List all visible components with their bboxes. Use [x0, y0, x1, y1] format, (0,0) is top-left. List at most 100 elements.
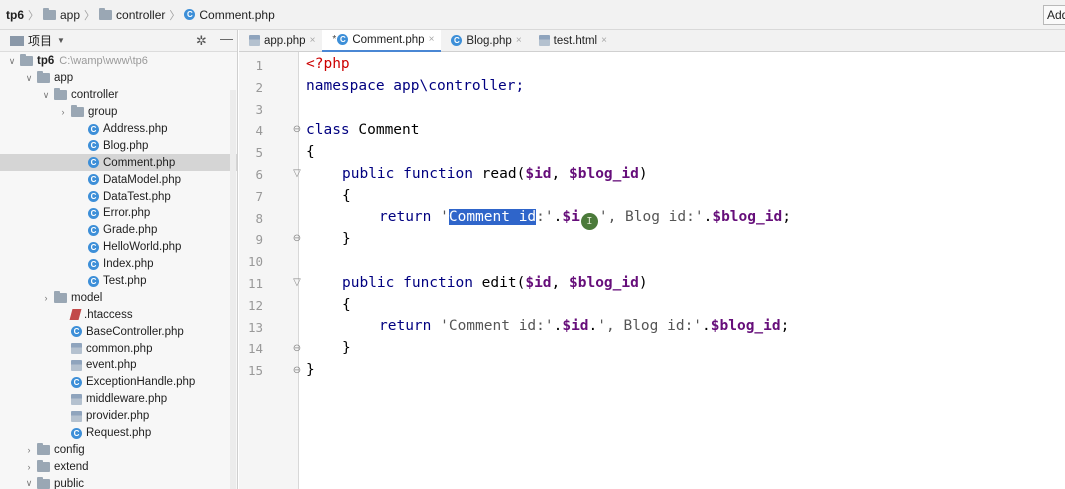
line-number: 6: [255, 167, 263, 182]
tree-item[interactable]: .htaccess: [0, 306, 237, 323]
string: ': [431, 209, 449, 225]
fold-icon[interactable]: ▽: [291, 276, 303, 290]
tree-item[interactable]: C Request.php: [0, 425, 237, 442]
tree-item[interactable]: C ExceptionHandle.php: [0, 374, 237, 391]
tree-item[interactable]: common.php: [0, 340, 237, 357]
tree-item[interactable]: C Blog.php: [0, 137, 237, 154]
tab-test-html[interactable]: test.html ×: [529, 30, 614, 52]
line-number: 5: [255, 145, 263, 161]
tab-blog-php[interactable]: C Blog.php ×: [441, 30, 528, 52]
tree-item[interactable]: › extend: [0, 458, 237, 475]
line-number: 13: [247, 319, 263, 335]
fold-icon[interactable]: ⊖: [291, 342, 303, 356]
brace: {: [342, 297, 351, 313]
breadcrumb-item-tp6[interactable]: tp6: [6, 8, 24, 22]
gear-icon[interactable]: ✲: [196, 33, 207, 49]
chevron-down-icon[interactable]: ∨: [23, 478, 35, 489]
php-class-icon: C: [71, 326, 82, 338]
tree-item[interactable]: ∨ tp6 C:\wamp\www\tp6: [0, 53, 237, 70]
tree-item[interactable]: › group: [0, 104, 237, 121]
chevron-right-icon[interactable]: ›: [40, 293, 52, 303]
breadcrumb-separator: 〉: [169, 9, 181, 22]
close-icon[interactable]: ×: [516, 35, 522, 46]
php-class-icon: C: [88, 207, 99, 219]
tree-item[interactable]: C Address.php: [0, 121, 237, 138]
code-line-15: }: [306, 362, 315, 378]
brace: }: [306, 362, 315, 378]
tree-item[interactable]: middleware.php: [0, 391, 237, 408]
tree-item-label: model: [71, 291, 103, 304]
variable: $id: [525, 275, 552, 291]
operator: .: [702, 318, 711, 334]
variable: $blog_id: [569, 275, 639, 291]
tab-app-php[interactable]: app.php ×: [239, 30, 322, 52]
tree-item[interactable]: event.php: [0, 357, 237, 374]
scrollbar[interactable]: [230, 90, 236, 489]
string: :': [536, 209, 554, 225]
brace: }: [342, 231, 351, 247]
paren: ): [638, 166, 648, 182]
chevron-down-icon[interactable]: ∨: [40, 90, 52, 101]
breadcrumb-item-comment[interactable]: C Comment.php: [184, 8, 275, 22]
add-configuration-button[interactable]: Add: [1043, 5, 1065, 25]
folder-icon: [37, 459, 50, 472]
tree-item[interactable]: C Test.php: [0, 273, 237, 290]
string: ', Blog id:': [597, 318, 703, 334]
tree-item[interactable]: ∨ public: [0, 475, 237, 489]
string: ', Blog id:': [598, 209, 704, 225]
chevron-right-icon[interactable]: ›: [23, 445, 35, 455]
tree-item-label: tp6: [37, 55, 55, 68]
tree-item-label: HelloWorld.php: [103, 241, 182, 254]
tree-item[interactable]: › config: [0, 441, 237, 458]
folder-icon: [37, 476, 50, 489]
tree-item[interactable]: provider.php: [0, 408, 237, 425]
close-icon[interactable]: ×: [601, 35, 607, 46]
tree-item[interactable]: C Comment.php: [0, 154, 237, 172]
tree-item-label: Address.php: [103, 123, 168, 135]
chevron-down-icon[interactable]: ∨: [6, 56, 18, 67]
tree-item[interactable]: C Grade.php: [0, 222, 237, 239]
fold-icon[interactable]: ⊖: [291, 123, 303, 137]
code-editor[interactable]: [300, 52, 1065, 489]
php-class-icon: C: [71, 376, 82, 388]
variable: $blog_id: [569, 166, 639, 182]
chevron-down-icon[interactable]: ▼: [57, 36, 65, 45]
line-number: 3: [255, 101, 263, 117]
tree-item[interactable]: ∨ controller: [0, 87, 237, 104]
line-number: 11: [247, 276, 263, 291]
semicolon: ;: [780, 318, 790, 334]
chevron-right-icon[interactable]: ›: [23, 462, 35, 472]
line-number: 8: [255, 210, 263, 226]
tree-item-label: DataTest.php: [103, 190, 171, 203]
minimize-icon[interactable]: —: [220, 31, 233, 46]
text-selection: Comment id: [448, 209, 537, 225]
code-line-8: return 'Comment id:'.$i I ', Blog id:'.$bl…: [379, 209, 791, 230]
fold-icon[interactable]: ⊖: [291, 232, 303, 246]
fold-icon[interactable]: ▽: [291, 167, 303, 181]
php-class-icon: C: [451, 35, 463, 46]
chevron-right-icon[interactable]: ›: [57, 107, 69, 117]
tree-item-label: Index.php: [103, 258, 154, 271]
code-line-6: public function read($id, $blog_id): [342, 166, 648, 182]
tree-item[interactable]: C Index.php: [0, 256, 237, 273]
tree-item[interactable]: C Error.php: [0, 205, 237, 222]
close-icon[interactable]: ×: [429, 34, 435, 45]
panel-title[interactable]: 项目: [28, 32, 52, 49]
tree-item[interactable]: C DataModel.php: [0, 171, 237, 188]
tree-item[interactable]: C HelloWorld.php: [0, 239, 237, 256]
folder-icon: [71, 105, 84, 118]
tree-item[interactable]: C DataTest.php: [0, 188, 237, 205]
tree-item[interactable]: › model: [0, 289, 237, 306]
line-number: 12: [247, 297, 263, 313]
close-icon[interactable]: ×: [310, 35, 316, 46]
tree-item[interactable]: C BaseController.php: [0, 323, 237, 340]
breadcrumb-item-app[interactable]: app: [43, 7, 80, 22]
folder-icon: [54, 88, 67, 101]
fold-icon[interactable]: ⊖: [291, 364, 303, 378]
php-config-icon: [71, 343, 82, 355]
breadcrumb-item-controller[interactable]: controller: [99, 7, 165, 22]
tab-comment-php[interactable]: * C Comment.php ×: [322, 29, 442, 52]
tree-item[interactable]: ∨ app: [0, 70, 237, 87]
chevron-down-icon[interactable]: ∨: [23, 73, 35, 84]
line-number: 2: [255, 79, 263, 95]
